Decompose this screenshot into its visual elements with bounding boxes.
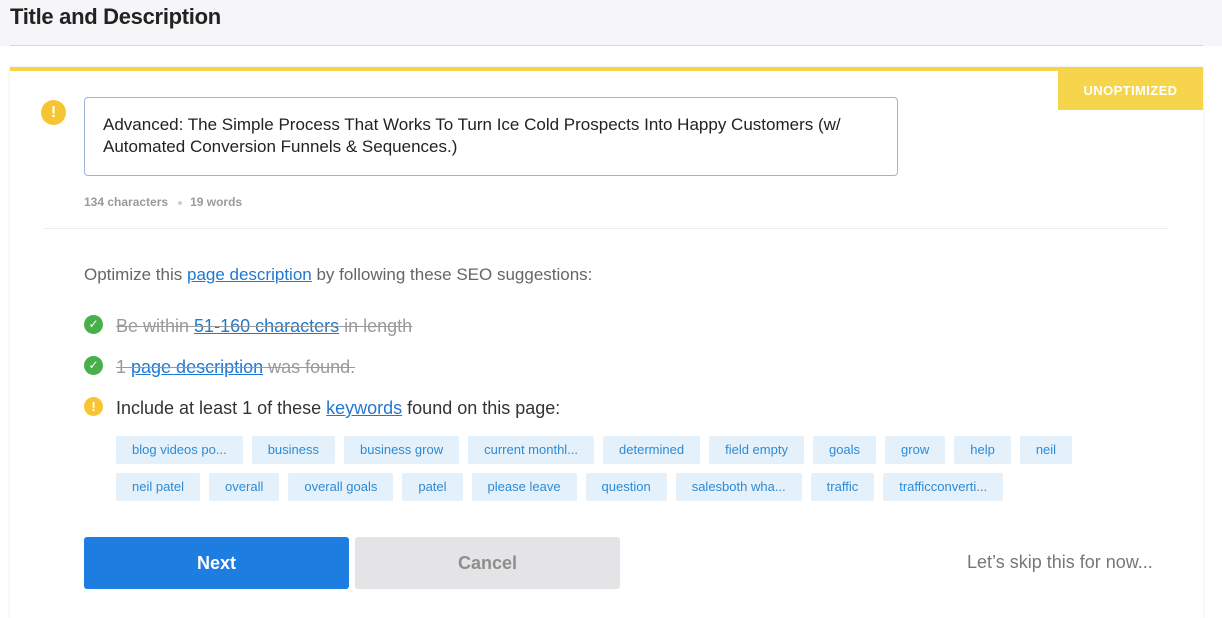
- keyword-tag[interactable]: overall: [209, 473, 280, 501]
- character-count: 134 characters: [84, 195, 169, 209]
- suggestion-prefix: Include at least 1 of these: [116, 398, 327, 418]
- warning-icon: !: [84, 397, 103, 416]
- check-circle-icon: ✓: [84, 315, 103, 334]
- next-button[interactable]: Next: [84, 537, 349, 589]
- intro-suffix: by following these SEO suggestions:: [311, 265, 593, 284]
- page-description-link[interactable]: page description: [187, 265, 312, 284]
- suggestion-prefix: 1: [116, 357, 132, 377]
- cancel-button[interactable]: Cancel: [355, 537, 620, 589]
- status-badge: UNOPTIMIZED: [1058, 71, 1203, 110]
- word-count: 19 words: [190, 195, 243, 209]
- keyword-row: blog videos po... business business grow…: [116, 436, 1116, 464]
- description-textarea[interactable]: Advanced: The Simple Process That Works …: [84, 97, 898, 176]
- suggestion-suffix: in length: [339, 316, 413, 336]
- keyword-tag[interactable]: determined: [603, 436, 701, 464]
- section-title: Title and Description: [10, 4, 221, 29]
- page-description-found-link[interactable]: page description: [131, 357, 263, 377]
- keyword-tag[interactable]: current monthl...: [468, 436, 595, 464]
- keyword-tag[interactable]: grow: [885, 436, 946, 464]
- keyword-tag[interactable]: traffic: [810, 473, 875, 501]
- separator-dot: [178, 200, 183, 205]
- keyword-tag[interactable]: help: [954, 436, 1011, 464]
- section-header: Title and Description: [0, 0, 1222, 46]
- keyword-tag[interactable]: goals: [812, 436, 877, 464]
- suggestions-intro: Optimize this page description by follow…: [84, 265, 592, 285]
- keyword-tag[interactable]: salesboth wha...: [675, 473, 802, 501]
- keyword-tag[interactable]: neil: [1019, 436, 1073, 464]
- keyword-tag[interactable]: neil patel: [116, 473, 201, 501]
- suggestion-suffix: found on this page:: [402, 398, 561, 418]
- suggestion-prefix: Be within: [116, 316, 195, 336]
- character-range-link[interactable]: 51-160 characters: [194, 316, 339, 336]
- keyword-tag[interactable]: patel: [402, 473, 463, 501]
- keyword-tag[interactable]: trafficconverti...: [883, 473, 1004, 501]
- text-stats: 134 characters 19 words: [84, 195, 242, 209]
- keyword-tag[interactable]: please leave: [471, 473, 577, 501]
- keywords-link[interactable]: keywords: [326, 398, 402, 418]
- keyword-row: neil patel overall overall goals patel p…: [116, 473, 1116, 501]
- keyword-tag[interactable]: business: [251, 436, 335, 464]
- intro-prefix: Optimize this: [84, 265, 187, 284]
- suggestion-length: Be within 51-160 characters in length: [116, 316, 412, 337]
- keyword-tags: blog videos po... business business grow…: [116, 436, 1116, 510]
- warning-icon: !: [41, 100, 66, 125]
- suggestion-found: 1 page description was found.: [116, 357, 355, 378]
- seo-card: UNOPTIMIZED ! Advanced: The Simple Proce…: [10, 67, 1203, 618]
- keyword-tag[interactable]: overall goals: [288, 473, 394, 501]
- content-divider: [44, 228, 1168, 229]
- keyword-tag[interactable]: question: [585, 473, 667, 501]
- skip-link[interactable]: Let’s skip this for now...: [967, 552, 1153, 573]
- suggestion-keywords: Include at least 1 of these keywords fou…: [116, 398, 560, 419]
- header-divider: [10, 45, 1203, 46]
- keyword-tag[interactable]: field empty: [709, 436, 804, 464]
- check-circle-icon: ✓: [84, 356, 103, 375]
- suggestion-suffix: was found.: [263, 357, 356, 377]
- keyword-tag[interactable]: business grow: [344, 436, 460, 464]
- keyword-tag[interactable]: blog videos po...: [116, 436, 243, 464]
